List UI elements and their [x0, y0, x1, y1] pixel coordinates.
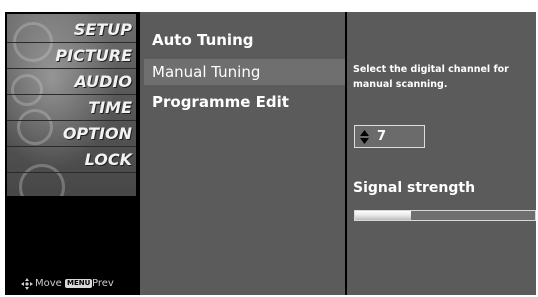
menu-key-icon: MENU	[65, 279, 93, 288]
move-hint-label: Move	[35, 278, 62, 289]
manual-tuning-panel: Select the digital channel for manual sc…	[347, 12, 536, 295]
clock-decoration	[17, 109, 53, 145]
tv-osd-screen: SETUP PICTURE AUDIO TIME OPTION LOCK Mov…	[5, 12, 536, 295]
move-arrows-icon	[21, 278, 33, 290]
menu-item-option[interactable]: OPTION	[63, 122, 132, 146]
main-menu: SETUP PICTURE AUDIO TIME OPTION LOCK Mov…	[5, 12, 138, 295]
prev-hint-label: Prev	[92, 278, 114, 289]
menu-item-setup[interactable]: SETUP	[74, 18, 132, 42]
signal-strength-label: Signal strength	[353, 180, 476, 196]
signal-strength-fill	[355, 211, 411, 220]
knob-decoration	[11, 74, 43, 106]
menu-item-picture[interactable]: PICTURE	[55, 44, 132, 68]
submenu-item-programme-edit[interactable]: Programme Edit	[152, 89, 289, 115]
up-down-arrow-icon	[360, 130, 369, 144]
lock-decoration	[19, 164, 65, 196]
menu-item-audio[interactable]: AUDIO	[75, 70, 133, 94]
signal-strength-bar	[354, 210, 536, 221]
channel-value: 7	[377, 129, 387, 144]
channel-stepper[interactable]: 7	[354, 125, 425, 148]
setup-submenu: Auto Tuning Manual Tuning Programme Edit	[140, 12, 345, 295]
instruction-text: Select the digital channel for manual sc…	[353, 64, 509, 90]
key-hint-bar: Move MENU Prev	[5, 273, 138, 295]
submenu-item-auto-tuning[interactable]: Auto Tuning	[152, 27, 253, 53]
menu-item-lock[interactable]: LOCK	[85, 148, 132, 172]
submenu-item-manual-tuning[interactable]: Manual Tuning	[144, 59, 345, 85]
menu-item-time[interactable]: TIME	[88, 96, 132, 120]
